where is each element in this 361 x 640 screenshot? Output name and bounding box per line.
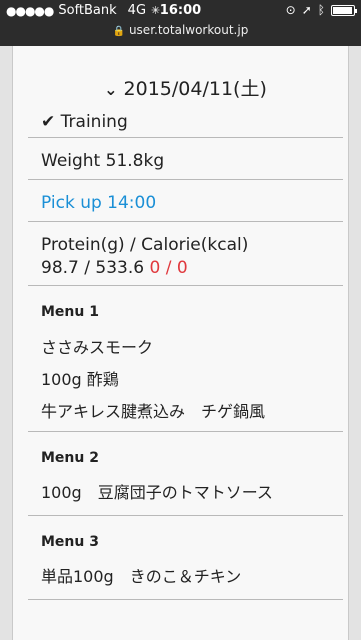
- menu-section-2: Menu 2 100g 豆腐団子のトマトソース: [28, 432, 343, 516]
- orientation-lock-icon: ⊙: [285, 3, 296, 17]
- nutrition-label: Protein(g) / Calorie(kcal): [41, 235, 249, 255]
- menu-item: 100g 豆腐団子のトマトソース: [41, 483, 273, 502]
- training-label-wrap: ✔ Training: [41, 112, 128, 132]
- menu-item: 100g 酢鶏: [41, 370, 119, 389]
- nutrition-values-wrap: 98.7 / 533.6 0 / 0: [41, 258, 188, 278]
- nutrition-row: Protein(g) / Calorie(kcal) 98.7 / 533.6 …: [28, 222, 343, 286]
- daily-log-card: ⌄ 2015/04/11(土) ✔ Training Weight 51.8kg…: [12, 46, 349, 640]
- pickup-row: Pick up 14:00: [28, 180, 343, 222]
- url-bar[interactable]: 🔒 user.totalworkout.jp: [0, 23, 361, 37]
- pickup-link[interactable]: Pick up 14:00: [41, 193, 156, 213]
- menu-item: ささみスモーク: [41, 338, 154, 357]
- menu-section-3: Menu 3 単品100g きのこ＆チキン: [28, 516, 343, 600]
- check-icon: ✔: [41, 112, 56, 132]
- url-text: user.totalworkout.jp: [128, 23, 249, 37]
- battery-icon: [331, 4, 357, 16]
- menu-item: 単品100g きのこ＆チキン: [41, 567, 242, 586]
- date-text: 2015/04/11(土): [123, 78, 267, 100]
- menu-title: Menu 1: [41, 304, 99, 320]
- date-header: ⌄ 2015/04/11(土): [28, 46, 343, 112]
- status-right: ⊙ ➚ ᛒ: [285, 3, 357, 17]
- training-label: Training: [60, 112, 128, 132]
- weight-text: Weight 51.8kg: [41, 151, 165, 171]
- menu-item: 牛アキレス腱煮込み チゲ鍋風: [41, 402, 266, 421]
- nutrition-extra: 0 / 0: [149, 258, 188, 278]
- status-bar: ●●●●● SoftBank 4G ✳ 16:00 ⊙ ➚ ᛒ 🔒 user.t…: [0, 0, 361, 46]
- menu-title: Menu 3: [41, 534, 99, 550]
- lock-icon: 🔒: [112, 26, 126, 37]
- weight-row: Weight 51.8kg: [28, 138, 343, 180]
- chevron-down-icon: ⌄: [104, 80, 118, 99]
- menu-title: Menu 2: [41, 450, 99, 466]
- date-toggle[interactable]: ⌄ 2015/04/11(土): [28, 74, 343, 101]
- training-row[interactable]: ✔ Training: [28, 112, 343, 138]
- bluetooth-icon: ᛒ: [317, 3, 325, 17]
- nutrition-values: 98.7 / 533.6: [41, 258, 145, 278]
- location-arrow-icon: ➚: [301, 3, 312, 17]
- menu-section-1: Menu 1 ささみスモーク 100g 酢鶏 牛アキレス腱煮込み チゲ鍋風: [28, 286, 343, 432]
